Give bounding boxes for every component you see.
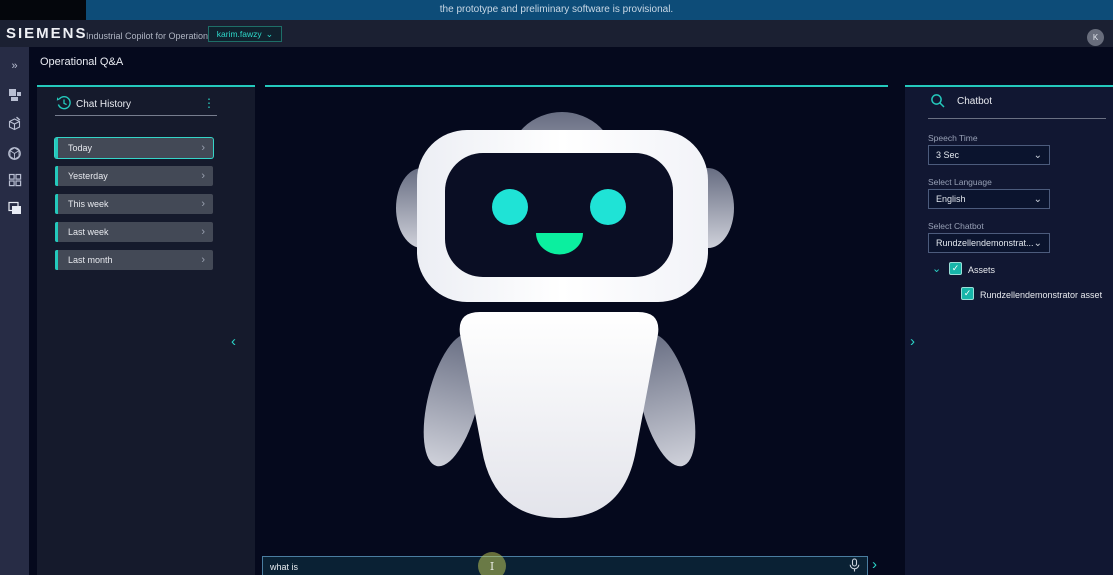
chatbot-value: Rundzellendemonstrat...: [936, 238, 1034, 248]
apps-grid-icon[interactable]: [0, 169, 29, 191]
accent-bar: [55, 250, 58, 270]
tree-collapse-icon[interactable]: ⌄: [932, 262, 941, 275]
chat-history-panel: [37, 85, 255, 575]
user-menu[interactable]: karim.fawzy ⌄: [208, 26, 282, 42]
language-select[interactable]: English ⌄: [928, 189, 1050, 209]
box-edit-icon: [7, 116, 22, 131]
expand-panel-icon[interactable]: ›: [910, 333, 915, 350]
dashboard-layout-icon: [8, 88, 22, 102]
history-item-last-month[interactable]: Last month ›: [55, 250, 213, 270]
chat-area-top-border: [265, 85, 888, 87]
history-item-last-week[interactable]: Last week ›: [55, 222, 213, 242]
history-item-this-week[interactable]: This week ›: [55, 194, 213, 214]
send-message-icon[interactable]: ›: [872, 556, 877, 573]
chat-history-title: Chat History: [76, 99, 131, 110]
grid-icon: [8, 173, 22, 187]
assets-label: Assets: [968, 265, 995, 275]
app-title: Industrial Copilot for Operations: [86, 31, 213, 41]
robot-body: [460, 312, 659, 518]
chat-message-input[interactable]: [262, 556, 868, 575]
accent-bar: [55, 194, 58, 214]
history-icon: [56, 95, 72, 111]
chevron-right-icon: ›: [201, 166, 205, 186]
accent-bar: [55, 222, 58, 242]
robot-face: [445, 153, 673, 277]
chevron-down-icon: ⌄: [266, 29, 274, 40]
siemens-logo: SIEMENS: [6, 25, 88, 42]
globe-cube-icon: [7, 146, 22, 161]
history-item-label: Last week: [68, 227, 109, 237]
speech-time-label: Speech Time: [928, 133, 978, 143]
assets-checkbox[interactable]: ✓: [949, 262, 962, 275]
chevron-right-icon: ›: [201, 138, 205, 158]
chevron-down-icon: ⌄: [1034, 150, 1042, 161]
search-icon: [930, 93, 946, 109]
chevron-down-icon: ⌄: [1034, 238, 1042, 249]
chatbot-panel-title: Chatbot: [957, 96, 992, 107]
asset-child-checkbox[interactable]: ✓: [961, 287, 974, 300]
language-label: Select Language: [928, 177, 992, 187]
provisional-banner: the prototype and preliminary software i…: [0, 0, 1113, 20]
robot-eye-right: [590, 189, 626, 225]
robot-illustration: [390, 100, 740, 530]
chevron-down-icon: ⌄: [1034, 194, 1042, 205]
language-value: English: [936, 194, 966, 204]
accent-bar: [55, 138, 58, 158]
speech-time-value: 3 Sec: [936, 150, 959, 160]
cube-3d-icon[interactable]: [0, 142, 29, 164]
chevron-right-icon: ›: [201, 250, 205, 270]
speech-time-select[interactable]: 3 Sec ⌄: [928, 145, 1050, 165]
history-item-label: Last month: [68, 255, 113, 265]
collapse-panel-icon[interactable]: ‹: [231, 333, 236, 350]
layers-icon: [7, 201, 22, 215]
accent-bar: [55, 166, 58, 186]
chatbot-select[interactable]: Rundzellendemonstrat... ⌄: [928, 233, 1050, 253]
robot-eye-left: [492, 189, 528, 225]
chatbot-select-label: Select Chatbot: [928, 221, 984, 231]
asset-child-label: Rundzellendemonstrator asset: [980, 290, 1102, 300]
history-item-label: Yesterday: [68, 171, 108, 181]
history-item-label: This week: [68, 199, 109, 209]
divider: [55, 115, 217, 116]
history-item-today[interactable]: Today ›: [55, 138, 213, 158]
history-item-yesterday[interactable]: Yesterday ›: [55, 166, 213, 186]
dashboard-icon[interactable]: [0, 84, 29, 106]
history-item-label: Today: [68, 143, 92, 153]
chevron-right-icon: ›: [201, 194, 205, 214]
app-window: the prototype and preliminary software i…: [0, 0, 1113, 575]
kebab-menu-icon[interactable]: ⋮: [203, 96, 215, 110]
page-title: Operational Q&A: [40, 56, 123, 68]
windows-layers-icon[interactable]: [0, 197, 29, 219]
banner-corner: [0, 0, 86, 20]
avatar[interactable]: K: [1087, 29, 1104, 46]
asset-box-icon[interactable]: [0, 112, 29, 134]
user-menu-label: karim.fawzy: [217, 29, 262, 39]
microphone-icon[interactable]: [848, 558, 861, 573]
divider: [928, 118, 1106, 119]
chevron-right-icon: ›: [201, 222, 205, 242]
expand-sidebar-icon[interactable]: »: [0, 55, 29, 77]
